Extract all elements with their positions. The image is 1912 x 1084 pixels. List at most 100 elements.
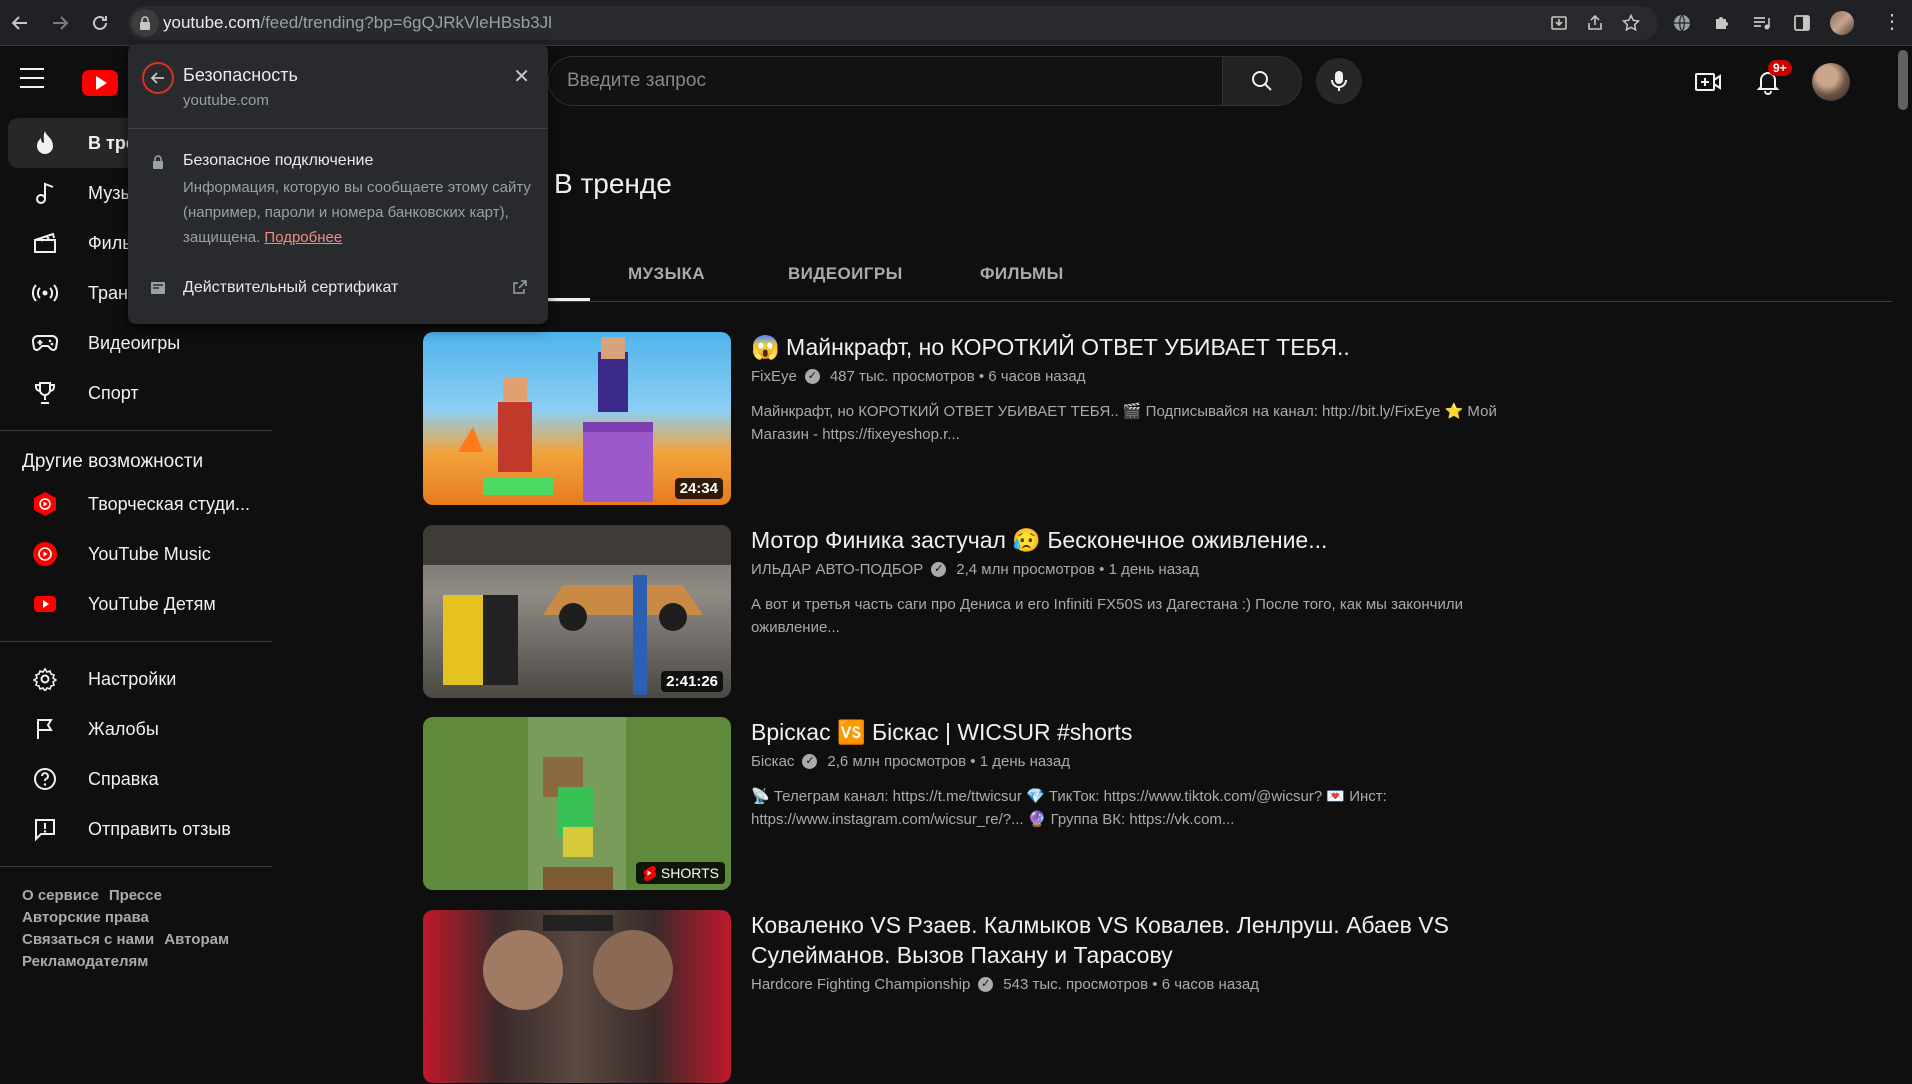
channel-name[interactable]: Hardcore Fighting Championship bbox=[751, 976, 970, 993]
clapperboard-icon bbox=[32, 230, 58, 256]
chrome-menu-button[interactable]: ⋮ bbox=[1882, 12, 1902, 32]
tab-music[interactable]: МУЗЫКА bbox=[628, 264, 705, 284]
video-description: Майнкрафт, но КОРОТКИЙ ОТВЕТ УБИВАЕТ ТЕБ… bbox=[751, 403, 1497, 443]
sidebar-divider bbox=[0, 641, 272, 642]
media-control-button[interactable] bbox=[1744, 6, 1780, 40]
page-scrollbar[interactable] bbox=[1898, 50, 1908, 110]
valid-certificate-button[interactable]: Действительный сертификат bbox=[183, 279, 398, 297]
search-input[interactable] bbox=[567, 70, 1223, 92]
sidebar-item-gaming[interactable]: Видеоигры bbox=[8, 318, 264, 368]
share-button[interactable] bbox=[1580, 8, 1610, 38]
url-path: /feed/trending?bp=6gQJRkVleHBsb3Jl bbox=[260, 13, 552, 32]
upload-age: 1 день назад bbox=[1108, 561, 1199, 578]
video-thumbnail[interactable]: 24:34 bbox=[423, 332, 731, 505]
video-title[interactable]: Мотор Финика застучал 😥 Бесконечное ожив… bbox=[751, 525, 1511, 555]
microphone-icon bbox=[1331, 71, 1347, 91]
verified-check-icon: ✓ bbox=[802, 754, 818, 769]
external-link-icon bbox=[512, 279, 528, 300]
create-video-button[interactable] bbox=[1686, 60, 1730, 104]
fire-icon bbox=[32, 130, 58, 156]
video-item[interactable]: Коваленко VS Рзаев. Калмыков VS Ковалев.… bbox=[423, 910, 1523, 1084]
sidebar-footer: О сервисе Прессе Авторские права Связатьс… bbox=[0, 879, 272, 979]
extension-vpn-button[interactable] bbox=[1664, 6, 1700, 40]
fight-promo-image bbox=[483, 915, 673, 1010]
sidebar-item-youtube-music[interactable]: YouTube Music bbox=[8, 529, 264, 579]
share-icon bbox=[1588, 14, 1602, 30]
footer-press-link[interactable]: Прессе bbox=[109, 887, 162, 904]
notifications-button[interactable]: 9+ bbox=[1746, 60, 1792, 104]
forward-button[interactable] bbox=[40, 3, 80, 43]
video-item[interactable]: SHORTS Вріскас 🆚 Біскас | WICSUR #shorts… bbox=[423, 717, 1523, 891]
arrow-left-icon bbox=[150, 72, 164, 84]
sidebar-item-settings[interactable]: Настройки bbox=[8, 654, 264, 704]
side-panel-button[interactable] bbox=[1784, 6, 1820, 40]
secure-connection-description: Информация, которую вы сообщаете этому с… bbox=[183, 175, 533, 250]
sidebar-item-youtube-kids[interactable]: YouTube Детям bbox=[8, 579, 264, 629]
video-title[interactable]: Вріскас 🆚 Біскас | WICSUR #shorts bbox=[751, 717, 1511, 747]
video-thumbnail[interactable]: 2:41:26 bbox=[423, 525, 731, 698]
playlist-icon bbox=[1754, 17, 1770, 30]
close-icon[interactable]: ✕ bbox=[513, 64, 530, 89]
tab-movies[interactable]: ФИЛЬМЫ bbox=[980, 264, 1064, 284]
popup-back-button[interactable] bbox=[142, 62, 174, 94]
reload-button[interactable] bbox=[80, 3, 120, 43]
popup-title: Безопасность bbox=[183, 65, 298, 85]
channel-name[interactable]: ИЛЬДАР АВТО-ПОДБОР bbox=[751, 561, 923, 578]
gamepad-icon bbox=[32, 330, 58, 356]
video-title[interactable]: Коваленко VS Рзаев. Калмыков VS Ковалев.… bbox=[751, 910, 1511, 970]
bookmark-button[interactable] bbox=[1616, 8, 1646, 38]
page-title: В тренде bbox=[554, 168, 672, 199]
upload-age: 6 часов назад bbox=[1161, 976, 1259, 993]
back-button[interactable] bbox=[0, 3, 40, 43]
view-count: 543 тыс. просмотров bbox=[1003, 976, 1149, 993]
footer-creators-link[interactable]: Авторам bbox=[164, 931, 229, 948]
view-count: 487 тыс. просмотров bbox=[829, 368, 975, 385]
footer-copyright-link[interactable]: Авторские права bbox=[22, 909, 149, 926]
sidebar-item-studio[interactable]: Творческая студи... bbox=[8, 479, 264, 529]
voice-search-button[interactable] bbox=[1316, 58, 1362, 104]
channel-name[interactable]: Біскас bbox=[751, 753, 794, 770]
flag-icon bbox=[32, 716, 58, 742]
certificate-row bbox=[150, 280, 182, 296]
tab-videogames[interactable]: ВИДЕОИГРЫ bbox=[788, 264, 903, 284]
sidebar-item-reports[interactable]: Жалобы bbox=[8, 704, 264, 754]
lock-row bbox=[150, 154, 182, 170]
video-duration: 24:34 bbox=[674, 478, 723, 499]
profile-button[interactable] bbox=[1824, 6, 1860, 40]
channel-name[interactable]: FixEye bbox=[751, 368, 797, 385]
upload-age: 6 часов назад bbox=[988, 368, 1086, 385]
sidebar-item-label: YouTube Music bbox=[88, 543, 211, 564]
shorts-badge: SHORTS bbox=[635, 862, 725, 884]
search-button[interactable] bbox=[1222, 56, 1302, 106]
sidebar-item-sport[interactable]: Спорт bbox=[8, 368, 264, 418]
video-item[interactable]: 24:34 😱 Майнкрафт, но КОРОТКИЙ ОТВЕТ УБИ… bbox=[423, 332, 1523, 506]
shorts-label: SHORTS bbox=[660, 865, 719, 881]
account-avatar[interactable] bbox=[1812, 63, 1850, 101]
learn-more-link[interactable]: Подробнее bbox=[264, 229, 342, 246]
video-item[interactable]: 2:41:26 Мотор Финика застучал 😥 Бесконеч… bbox=[423, 525, 1523, 699]
help-icon bbox=[32, 766, 58, 792]
footer-about-link[interactable]: О сервисе bbox=[22, 887, 99, 904]
secure-connection-title: Безопасное подключение bbox=[183, 152, 374, 169]
sidebar-item-help[interactable]: Справка bbox=[8, 754, 264, 804]
sidebar-item-feedback[interactable]: Отправить отзыв bbox=[8, 804, 264, 854]
video-thumbnail[interactable]: SHORTS bbox=[423, 717, 731, 890]
site-info-button[interactable] bbox=[131, 9, 159, 37]
music-note-icon bbox=[32, 180, 58, 206]
browser-toolbar: youtube.com/feed/trending?bp=6gQJRkVleHB… bbox=[0, 0, 1912, 46]
sidebar-item-label: Спорт bbox=[88, 382, 139, 403]
globe-icon bbox=[1674, 14, 1690, 32]
install-app-button[interactable] bbox=[1544, 8, 1574, 38]
video-thumbnail[interactable] bbox=[423, 910, 731, 1083]
footer-contact-link[interactable]: Связаться с нами bbox=[22, 931, 154, 948]
url-text: youtube.com/feed/trending?bp=6gQJRkVleHB… bbox=[163, 13, 552, 33]
address-bar[interactable]: youtube.com/feed/trending?bp=6gQJRkVleHB… bbox=[128, 6, 1658, 40]
extensions-button[interactable] bbox=[1704, 6, 1740, 40]
video-title[interactable]: 😱 Майнкрафт, но КОРОТКИЙ ОТВЕТ УБИВАЕТ Т… bbox=[751, 332, 1511, 362]
youtube-logo[interactable] bbox=[82, 70, 118, 96]
video-duration: 2:41:26 bbox=[661, 671, 723, 692]
hamburger-menu-icon[interactable] bbox=[20, 68, 44, 88]
footer-advertise-link[interactable]: Рекламодателям bbox=[22, 953, 148, 970]
side-panel-icon bbox=[1794, 15, 1810, 31]
sidebar-item-label: Отправить отзыв bbox=[88, 818, 231, 839]
